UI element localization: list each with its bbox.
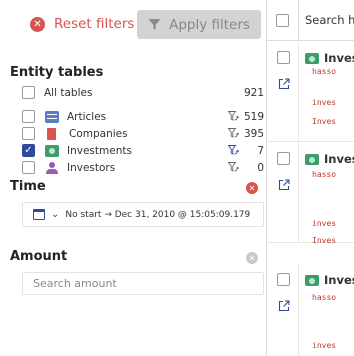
column-divider (298, 143, 299, 242)
result-row[interactable]: Inves hasso inves (267, 264, 354, 356)
funnel-icon (148, 19, 161, 30)
result-entity-name: Inves (324, 273, 354, 287)
investors-count: 0 (257, 161, 264, 174)
filter-arrow-icon[interactable] (227, 128, 240, 139)
external-link-icon[interactable] (278, 179, 290, 191)
investors-label: Investors (67, 161, 116, 174)
investments-icon (45, 144, 59, 157)
amount-search-input[interactable] (22, 272, 264, 295)
result-row[interactable]: Inves hasso inves Inves (267, 42, 354, 142)
result-entity-tag: Inves (305, 273, 354, 287)
articles-count: 519 (243, 110, 264, 123)
column-divider (298, 42, 299, 141)
clear-time-icon[interactable]: ✕ (246, 182, 258, 194)
articles-icon (45, 110, 59, 123)
result-entity-tag: Inves (305, 51, 354, 65)
column-divider (298, 0, 299, 41)
investors-icon (45, 161, 59, 174)
entity-row-investments[interactable]: ✓ Investments 7 (22, 142, 264, 159)
investors-checkbox[interactable] (22, 161, 35, 174)
result-field-code: inves (312, 98, 337, 107)
results-header: Search hi (267, 0, 354, 41)
external-link-icon[interactable] (278, 300, 290, 312)
result-field-code: Inves (312, 236, 337, 245)
result-field-code: hasso (312, 170, 337, 179)
results-header-title: Search hi (305, 13, 354, 27)
result-field-code: inves (312, 219, 337, 228)
calendar-icon[interactable] (33, 209, 45, 220)
chevron-down-icon[interactable]: ⌄ (51, 209, 59, 220)
investments-label: Investments (67, 144, 132, 157)
result-entity-tag: Inves (305, 152, 354, 166)
time-range-text[interactable]: No start → Dec 31, 2010 @ 15:05:09.179 (65, 210, 250, 220)
companies-checkbox[interactable] (22, 127, 35, 140)
result-row[interactable]: Inves hasso inves Inves (267, 143, 354, 245)
all-tables-count: 921 (243, 86, 264, 99)
filter-sidebar: ✕ Reset filters Apply filters Entity tab… (0, 0, 266, 356)
result-row-checkbox[interactable] (277, 51, 290, 64)
articles-label: Articles (67, 110, 107, 123)
result-field-code: inves (312, 341, 337, 350)
result-row-checkbox[interactable] (277, 273, 290, 286)
apply-filters-label: Apply filters (169, 16, 250, 33)
time-title: Time (10, 179, 46, 194)
articles-checkbox[interactable] (22, 110, 35, 123)
investments-checkbox[interactable]: ✓ (22, 144, 35, 157)
companies-count: 395 (243, 127, 264, 140)
companies-label: Companies (69, 127, 128, 140)
investments-icon (305, 274, 319, 286)
results-panel: Search hi Inves hasso inves Inves Inves … (266, 0, 354, 356)
entity-row-articles[interactable]: Articles 519 (22, 108, 264, 125)
investments-icon (305, 153, 319, 165)
clear-amount-icon[interactable]: ✕ (246, 252, 258, 264)
filter-arrow-icon[interactable] (227, 111, 240, 122)
time-range-picker[interactable]: ⌄ No start → Dec 31, 2010 @ 15:05:09.179 (22, 202, 264, 227)
result-row-checkbox[interactable] (277, 152, 290, 165)
result-entity-name: Inves (324, 51, 354, 65)
reset-filters-button[interactable]: ✕ Reset filters (30, 11, 134, 37)
all-tables-checkbox[interactable] (22, 86, 35, 99)
apply-filters-button[interactable]: Apply filters (137, 10, 261, 39)
investments-icon (305, 52, 319, 64)
companies-icon (47, 127, 56, 140)
all-tables-label: All tables (44, 86, 93, 99)
result-field-code: hasso (312, 67, 337, 76)
entity-row-companies[interactable]: Companies 395 (22, 125, 264, 142)
filter-arrow-icon[interactable] (228, 145, 240, 156)
entity-row-investors[interactable]: Investors 0 (22, 159, 264, 176)
investments-count: 7 (257, 144, 264, 157)
filter-arrow-icon[interactable] (228, 162, 240, 173)
result-field-code: Inves (312, 117, 337, 126)
entity-tables-title: Entity tables (10, 65, 104, 80)
x-circle-icon: ✕ (30, 16, 45, 32)
column-divider (298, 264, 299, 356)
result-entity-name: Inves (324, 152, 354, 166)
select-all-results-checkbox[interactable] (276, 14, 289, 27)
amount-title: Amount (10, 249, 68, 264)
external-link-icon[interactable] (278, 78, 290, 90)
reset-filters-label: Reset filters (54, 16, 135, 32)
entity-row-all-tables[interactable]: All tables 921 (22, 84, 264, 101)
result-field-code: hasso (312, 293, 337, 302)
